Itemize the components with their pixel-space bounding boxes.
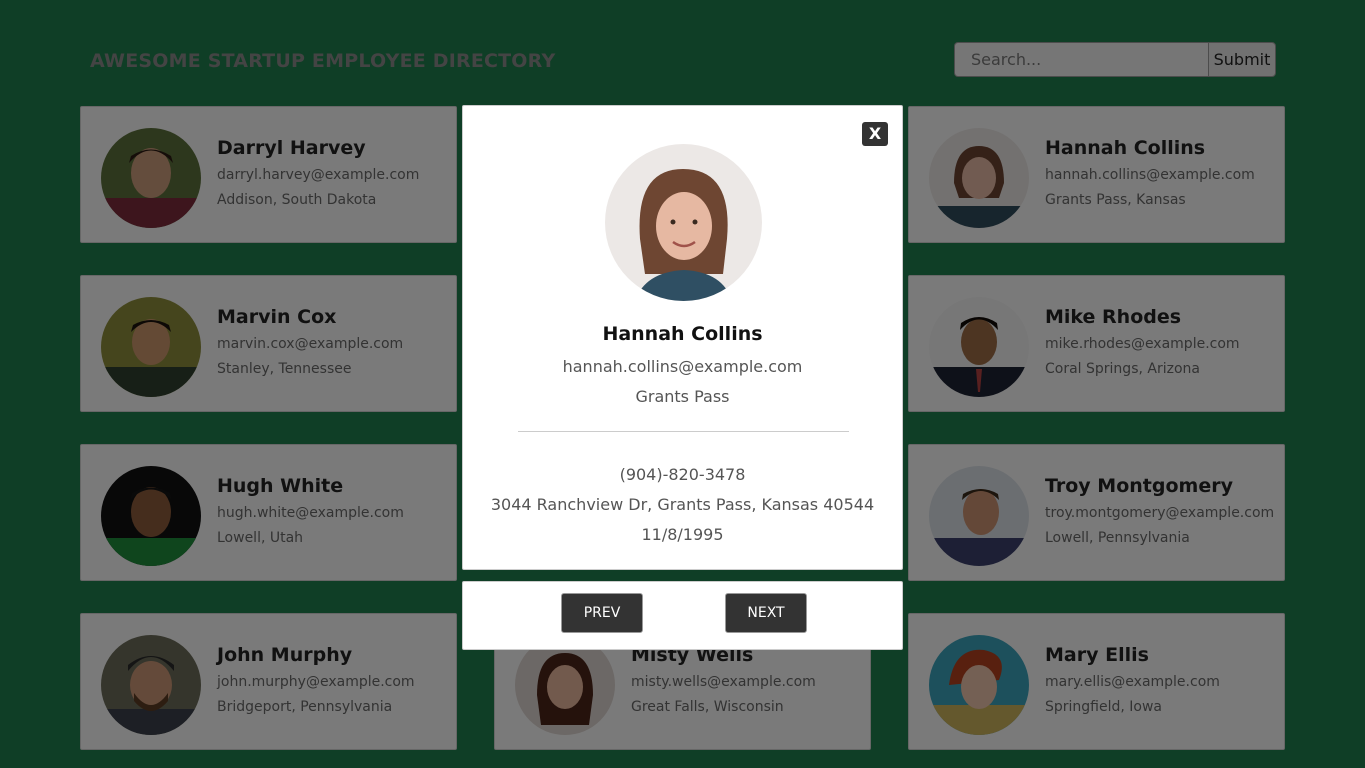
prev-button[interactable]: PREV bbox=[561, 593, 643, 633]
modal-employee-email: hannah.collins@example.com bbox=[562, 357, 803, 376]
modal-employee-address: 3044 Ranchview Dr, Grants Pass, Kansas 4… bbox=[490, 495, 875, 514]
employee-modal: X Hannah Collins hannah.collins@example.… bbox=[462, 105, 903, 570]
directory-page: AWESOME STARTUP EMPLOYEE DIRECTORY Submi… bbox=[0, 0, 1365, 768]
close-button[interactable]: X bbox=[862, 122, 888, 146]
modal-employee-city: Grants Pass bbox=[635, 387, 730, 406]
modal-employee-birthday: 11/8/1995 bbox=[641, 525, 724, 544]
modal-employee-name: Hannah Collins bbox=[602, 323, 763, 345]
modal-navigation: PREV NEXT bbox=[462, 581, 903, 650]
next-button[interactable]: NEXT bbox=[725, 593, 807, 633]
modal-employee-phone: (904)-820-3478 bbox=[619, 465, 746, 484]
modal-avatar bbox=[605, 144, 762, 301]
modal-divider bbox=[518, 431, 849, 432]
